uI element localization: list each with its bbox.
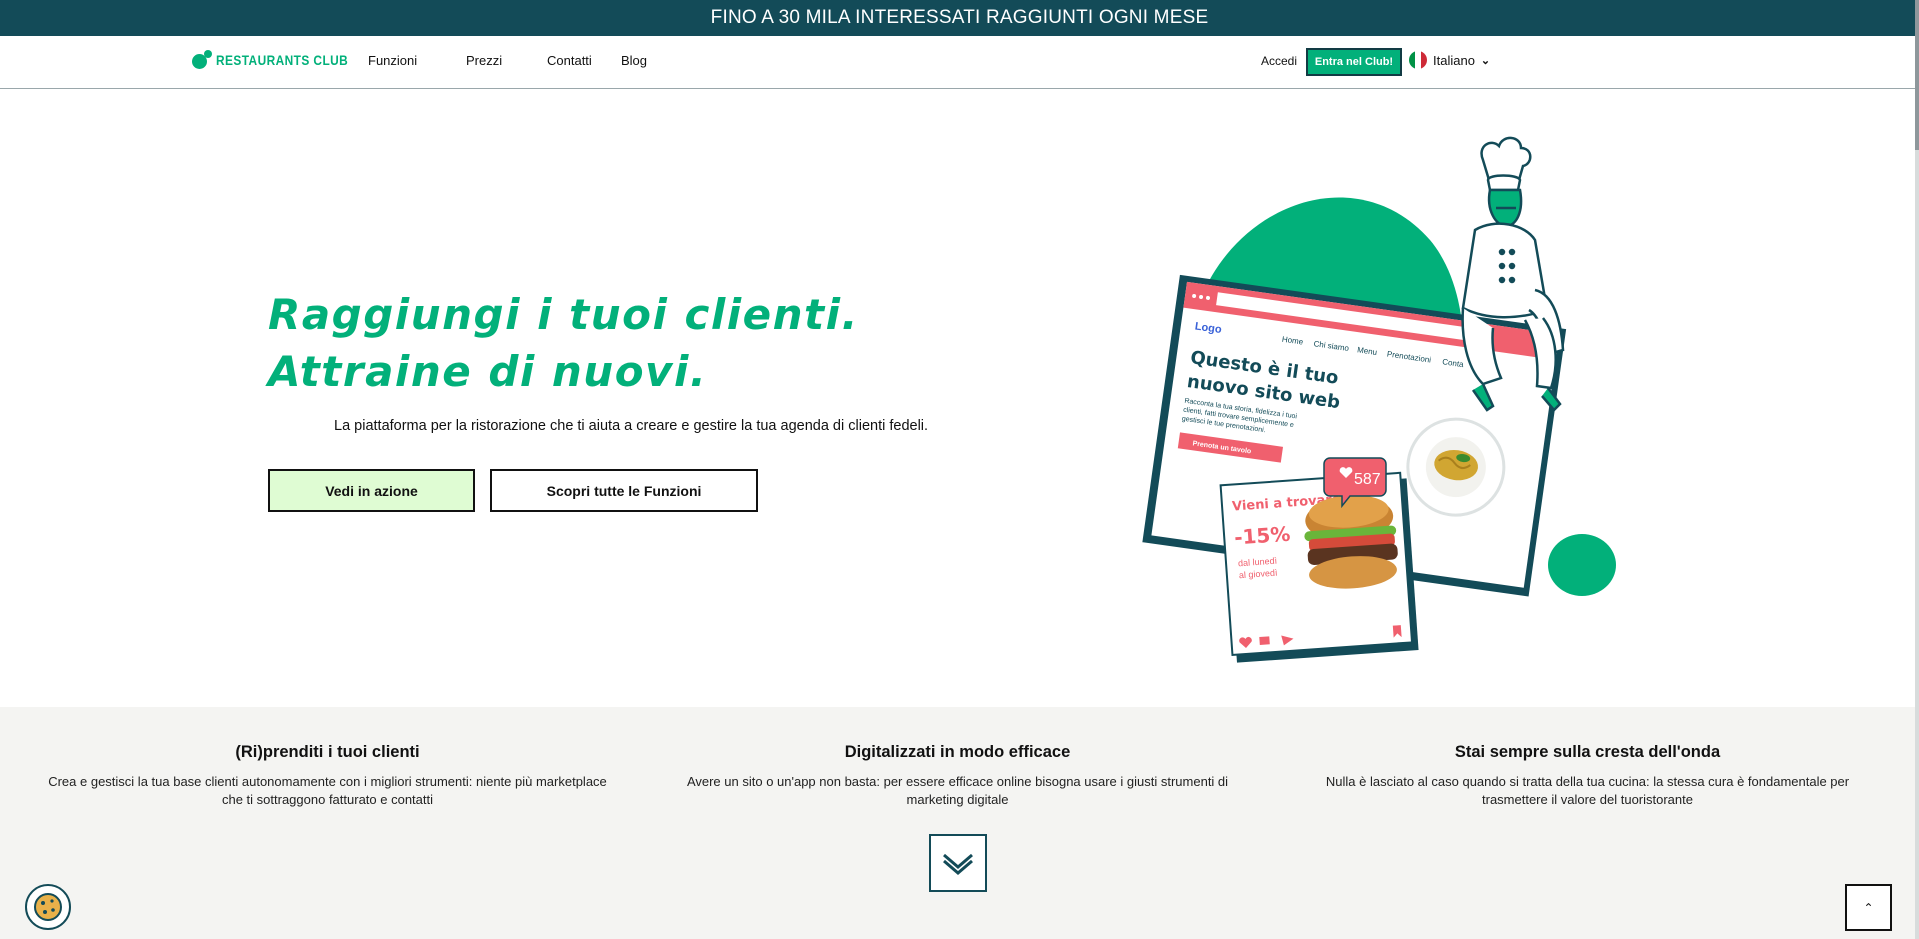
promo-discount: -15% bbox=[1233, 522, 1291, 550]
scroll-down-button[interactable] bbox=[929, 834, 987, 892]
chevron-down-icon: ⌄ bbox=[1480, 54, 1491, 67]
small-green-blob bbox=[1548, 534, 1616, 596]
hero-illustration: Logo Home Chi siamo Menu Prenotazioni Co… bbox=[1142, 136, 1616, 663]
discover-features-button[interactable]: Scopri tutte le Funzioni bbox=[490, 469, 758, 512]
feature-text-line: Avere un sito o un'app non basta: per es… bbox=[686, 774, 1229, 789]
join-club-button[interactable]: Entra nel Club! bbox=[1306, 48, 1402, 76]
feature-title: Digitalizzati in modo efficace bbox=[844, 743, 1071, 761]
feature-text-line: Nulla è lasciato al caso quando si tratt… bbox=[1325, 774, 1850, 789]
chevron-up-icon: ⌃ bbox=[1863, 900, 1874, 915]
likes-count: 587 bbox=[1354, 471, 1381, 488]
feature-trend: Stai sempre sulla cresta dell'onda Nulla… bbox=[1285, 743, 1890, 809]
feature-title: Stai sempre sulla cresta dell'onda bbox=[1454, 743, 1721, 761]
feature-text-line: trasmettere il valore del tuoristorante bbox=[1482, 792, 1693, 807]
nav-item-funzioni[interactable]: Funzioni bbox=[368, 53, 417, 68]
logo-icon bbox=[192, 50, 212, 70]
back-to-top-button[interactable]: ⌃ bbox=[1845, 884, 1892, 931]
feature-text-line: che ti sottraggono fatturato e contatti bbox=[221, 792, 434, 807]
nav-item-prezzi[interactable]: Prezzi bbox=[466, 53, 502, 68]
italy-flag-icon bbox=[1409, 51, 1427, 69]
feature-text-line: marketing digitale bbox=[906, 792, 1009, 807]
nav-item-contatti[interactable]: Contatti bbox=[547, 53, 592, 68]
chevron-down-icon bbox=[943, 853, 973, 875]
scrollbar-thumb[interactable] bbox=[1915, 0, 1919, 150]
cookie-icon bbox=[34, 893, 62, 921]
hero-title: Raggiungi i tuoi clienti. Attraine di nu… bbox=[268, 290, 859, 396]
announcement-text: FINO A 30 MILA INTERESSATI RAGGIUNTI OGN… bbox=[710, 7, 1209, 28]
feature-text-line: Crea e gestisci la tua base clienti auto… bbox=[48, 774, 607, 789]
login-link[interactable]: Accedi bbox=[1261, 54, 1297, 68]
hero-subtitle: La piattaforma per la ristorazione che t… bbox=[334, 418, 929, 434]
features-section: (Ri)prenditi i tuoi clienti Crea e gesti… bbox=[0, 707, 1915, 939]
see-demo-button[interactable]: Vedi in azione bbox=[268, 469, 475, 512]
announcement-bar: FINO A 30 MILA INTERESSATI RAGGIUNTI OGN… bbox=[0, 0, 1919, 36]
language-selector[interactable]: Italiano ⌄ bbox=[1409, 51, 1490, 69]
feature-digital: Digitalizzati in modo efficace Avere un … bbox=[655, 743, 1260, 809]
cookie-settings-button[interactable] bbox=[25, 884, 71, 930]
feature-clients: (Ri)prenditi i tuoi clienti Crea e gesti… bbox=[25, 743, 630, 809]
nav-item-blog[interactable]: Blog bbox=[621, 53, 647, 68]
logo[interactable]: RESTAURANTS CLUB bbox=[192, 50, 372, 70]
feature-title: (Ri)prenditi i tuoi clienti bbox=[235, 743, 420, 761]
burger-image bbox=[1304, 495, 1398, 589]
main-navbar: RESTAURANTS CLUB Funzioni Prezzi Contatt… bbox=[0, 36, 1919, 89]
social-post-card: Vieni a trovarci! -15% dal lunedì al gio… bbox=[1219, 471, 1419, 663]
logo-text: RESTAURANTS CLUB bbox=[216, 52, 349, 68]
language-label: Italiano bbox=[1433, 52, 1475, 68]
comment-icon bbox=[1259, 636, 1270, 646]
